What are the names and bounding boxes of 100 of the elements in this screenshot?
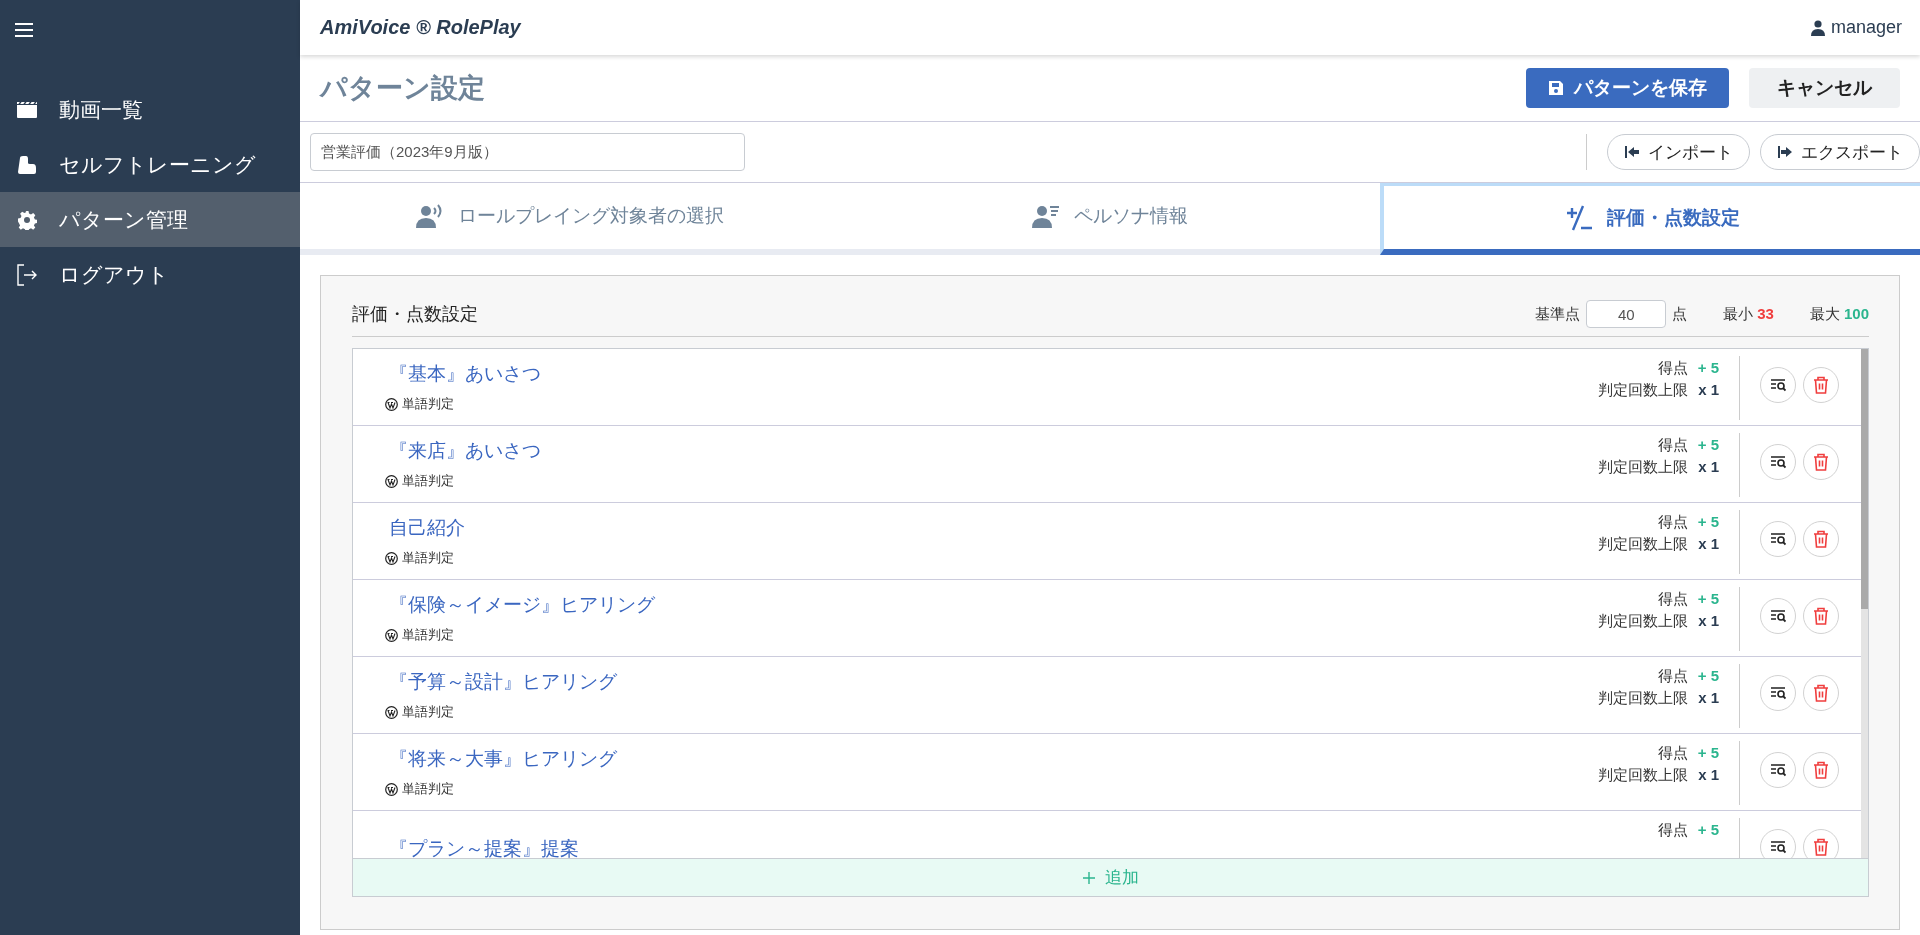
score-unit: 点 — [1672, 304, 1688, 324]
logout-icon — [16, 263, 38, 286]
score-value: + 5 — [1697, 667, 1719, 686]
search-list-icon — [1770, 609, 1786, 623]
item-title[interactable]: 『将来～大事』ヒアリング — [389, 746, 617, 772]
section-title: 評価・点数設定 — [352, 303, 478, 326]
export-button[interactable]: エクスポート — [1760, 134, 1920, 170]
item-title[interactable]: 『保険～イメージ』ヒアリング — [389, 592, 655, 618]
item-title[interactable]: 『来店』あいさつ — [389, 438, 541, 464]
save-icon — [1548, 80, 1564, 96]
score-label: 得点 — [1657, 513, 1688, 532]
import-icon — [1624, 145, 1640, 159]
search-list-icon — [1770, 686, 1786, 700]
user-icon — [1810, 19, 1825, 36]
page-title: パターン設定 — [320, 72, 485, 105]
base-score-field[interactable]: 40 — [1586, 300, 1667, 328]
score-label: 得点 — [1657, 590, 1688, 609]
limit-value: x 1 — [1698, 766, 1719, 785]
limit-value: x 1 — [1698, 612, 1719, 631]
search-list-icon — [1770, 532, 1786, 546]
search-list-icon — [1770, 763, 1786, 777]
delete-button[interactable] — [1803, 598, 1839, 634]
limit-value: x 1 — [1698, 535, 1719, 554]
search-list-icon — [1770, 455, 1786, 469]
detail-button[interactable] — [1760, 367, 1796, 403]
limit-label: 判定回数上限 — [1598, 381, 1689, 400]
score-value: + 5 — [1697, 359, 1719, 378]
plus-icon — [1082, 871, 1095, 884]
limit-value: x 1 — [1698, 381, 1719, 400]
app-logo: AmiVoice ® RolePlay — [320, 16, 521, 39]
detail-button[interactable] — [1760, 521, 1796, 557]
settings-icon — [17, 209, 37, 230]
trash-icon — [1813, 376, 1829, 394]
person-list-icon — [1032, 204, 1060, 228]
search-list-icon — [1770, 378, 1786, 392]
detail-button[interactable] — [1760, 752, 1796, 788]
delete-button[interactable] — [1803, 521, 1839, 557]
delete-button[interactable] — [1803, 752, 1839, 788]
trash-icon — [1813, 684, 1829, 702]
item-type: 単語判定 — [402, 472, 454, 490]
delete-button[interactable] — [1803, 444, 1839, 480]
sidebar-item[interactable]: セルフトレーニング — [0, 137, 300, 192]
item-title[interactable]: 『予算～設計』ヒアリング — [389, 669, 617, 695]
limit-label: 判定回数上限 — [1598, 458, 1689, 477]
limit-value: x 1 — [1698, 689, 1719, 708]
item-type: 単語判定 — [402, 395, 454, 413]
score-value: + 5 — [1697, 821, 1719, 840]
trash-icon — [1813, 530, 1829, 548]
item-title[interactable]: 自己紹介 — [389, 515, 465, 541]
cancel-button[interactable]: キャンセル — [1749, 68, 1900, 108]
speaking-person-icon — [416, 204, 444, 228]
score-label: 得点 — [1657, 821, 1688, 840]
detail-button[interactable] — [1760, 598, 1796, 634]
scrollbar[interactable] — [1861, 349, 1868, 858]
plus-minus-icon — [1564, 204, 1593, 231]
trash-icon — [1813, 761, 1829, 779]
detail-button[interactable] — [1760, 829, 1796, 858]
score-label: 得点 — [1657, 359, 1688, 378]
sidebar-item[interactable]: ログアウト — [0, 247, 300, 302]
limit-label: 判定回数上限 — [1598, 612, 1689, 631]
item-type: 単語判定 — [402, 549, 454, 567]
pattern-name-field[interactable]: 営業評価（2023年9月版） — [310, 133, 745, 171]
item-type: 単語判定 — [402, 780, 454, 798]
score-value: + 5 — [1697, 590, 1719, 609]
limit-label: 判定回数上限 — [1598, 689, 1689, 708]
export-icon — [1777, 145, 1793, 159]
tab[interactable]: 評価・点数設定 — [1380, 183, 1920, 255]
limit-value: x 1 — [1698, 458, 1719, 477]
detail-button[interactable] — [1760, 444, 1796, 480]
score-value: + 5 — [1697, 513, 1719, 532]
delete-button[interactable] — [1803, 675, 1839, 711]
sidebar-item[interactable]: 動画一覧 — [0, 82, 300, 137]
max-score: 最大 100 — [1809, 304, 1869, 324]
limit-label: 判定回数上限 — [1598, 535, 1689, 554]
score-label: 得点 — [1657, 436, 1688, 455]
boot-icon — [17, 154, 37, 175]
user-name[interactable]: manager — [1830, 17, 1902, 38]
trash-icon — [1813, 838, 1829, 856]
menu-icon[interactable] — [14, 22, 34, 38]
score-value: + 5 — [1697, 744, 1719, 763]
item-type: 単語判定 — [402, 703, 454, 721]
delete-button[interactable] — [1803, 829, 1839, 858]
item-title[interactable]: 『基本』あいさつ — [389, 361, 541, 387]
sidebar-item[interactable]: パターン管理 — [0, 192, 300, 247]
save-button[interactable]: パターンを保存 — [1526, 68, 1729, 108]
item-type: 単語判定 — [402, 626, 454, 644]
score-value: + 5 — [1697, 436, 1719, 455]
score-label: 得点 — [1657, 667, 1688, 686]
trash-icon — [1813, 453, 1829, 471]
import-button[interactable]: インポート — [1607, 134, 1750, 170]
detail-button[interactable] — [1760, 675, 1796, 711]
film-icon — [16, 100, 38, 119]
min-score: 最小 33 — [1723, 304, 1774, 324]
trash-icon — [1813, 607, 1829, 625]
item-title[interactable]: 『プラン～提案』提案 — [389, 836, 579, 858]
base-score-label: 基準点 — [1535, 304, 1581, 324]
limit-label: 判定回数上限 — [1598, 766, 1689, 785]
search-list-icon — [1770, 840, 1786, 854]
delete-button[interactable] — [1803, 367, 1839, 403]
score-label: 得点 — [1657, 744, 1688, 763]
